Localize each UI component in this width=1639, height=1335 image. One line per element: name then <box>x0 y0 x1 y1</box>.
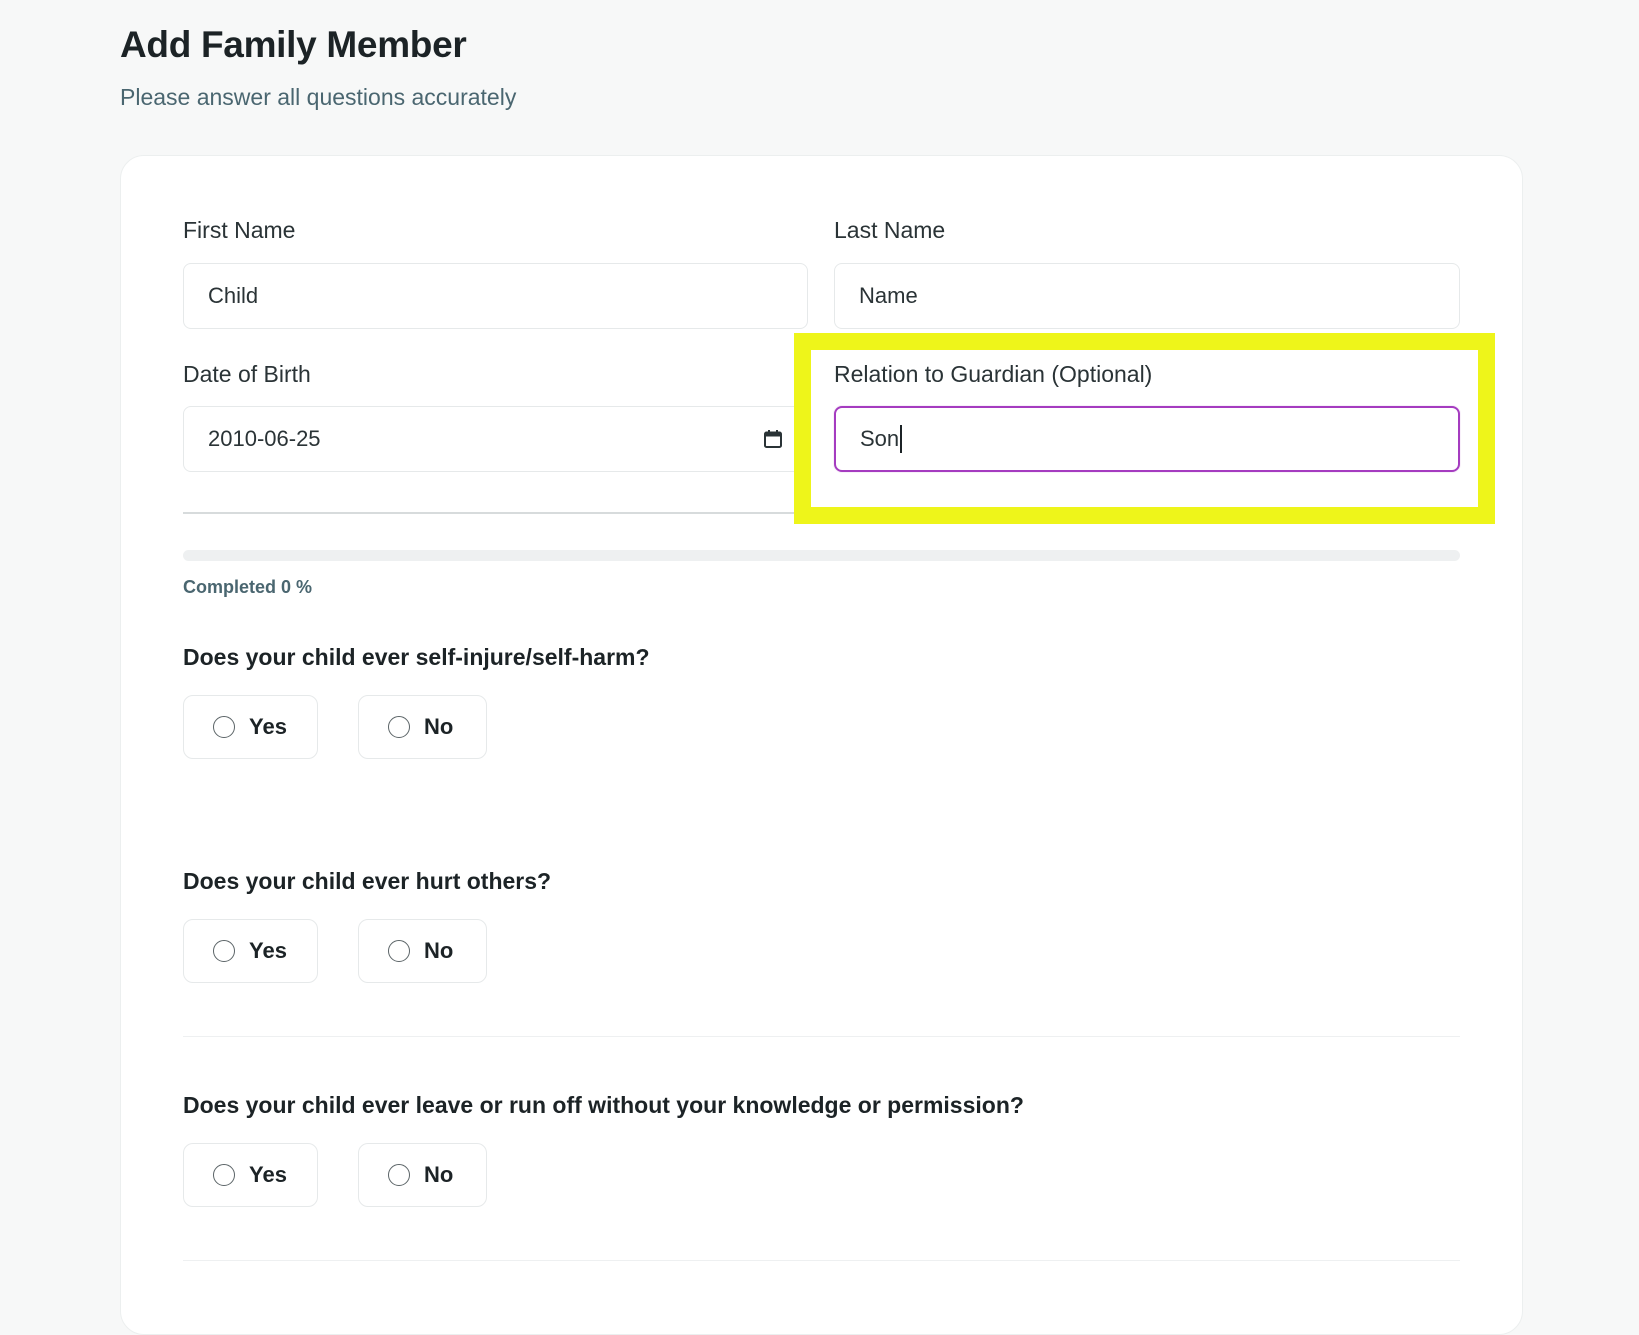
question-text: Does your child ever self-injure/self-ha… <box>183 644 650 670</box>
radio-icon[interactable] <box>213 716 235 738</box>
progress-bar <box>183 550 1460 561</box>
page-subtitle: Please answer all questions accurately <box>120 84 517 110</box>
calendar-icon[interactable] <box>763 429 783 449</box>
option-label: Yes <box>249 714 287 739</box>
question-divider <box>183 1036 1460 1037</box>
page-title: Add Family Member <box>120 24 467 65</box>
date-of-birth-input[interactable]: 2010-06-25 <box>183 406 808 472</box>
option-yes[interactable]: Yes <box>183 1143 318 1207</box>
date-of-birth-value: 2010-06-25 <box>208 426 321 451</box>
option-label: No <box>424 714 454 739</box>
question-divider <box>183 1260 1460 1261</box>
date-of-birth-label: Date of Birth <box>183 361 311 387</box>
question-text: Does your child ever hurt others? <box>183 868 552 894</box>
option-label: Yes <box>249 938 287 963</box>
section-divider <box>183 512 1460 514</box>
first-name-label: First Name <box>183 217 296 243</box>
radio-icon[interactable] <box>213 1164 235 1186</box>
option-label: No <box>424 1162 454 1187</box>
option-label: Yes <box>249 1162 287 1187</box>
relation-input[interactable]: Son <box>834 406 1460 472</box>
form-card: First Name Last Name Date of Birth 2010-… <box>120 155 1523 1335</box>
option-no[interactable]: No <box>358 1143 487 1207</box>
radio-icon[interactable] <box>388 940 410 962</box>
option-yes[interactable]: Yes <box>183 695 318 759</box>
question-text: Does your child ever leave or run off wi… <box>183 1092 1024 1118</box>
radio-icon[interactable] <box>388 716 410 738</box>
option-no[interactable]: No <box>358 695 487 759</box>
question-hurt-others: Does your child ever hurt others? Yes No <box>183 868 1460 983</box>
option-no[interactable]: No <box>358 919 487 983</box>
last-name-input[interactable] <box>834 263 1460 329</box>
first-name-input[interactable] <box>183 263 808 329</box>
option-label: No <box>424 938 454 963</box>
question-run-off: Does your child ever leave or run off wi… <box>183 1092 1460 1207</box>
relation-label: Relation to Guardian (Optional) <box>834 361 1153 387</box>
text-caret <box>900 425 903 453</box>
radio-icon[interactable] <box>388 1164 410 1186</box>
last-name-label: Last Name <box>834 217 946 243</box>
question-self-harm: Does your child ever self-injure/self-ha… <box>183 644 1460 759</box>
relation-value: Son <box>860 426 900 451</box>
option-yes[interactable]: Yes <box>183 919 318 983</box>
progress-text: Completed 0 % <box>183 577 313 597</box>
radio-icon[interactable] <box>213 940 235 962</box>
